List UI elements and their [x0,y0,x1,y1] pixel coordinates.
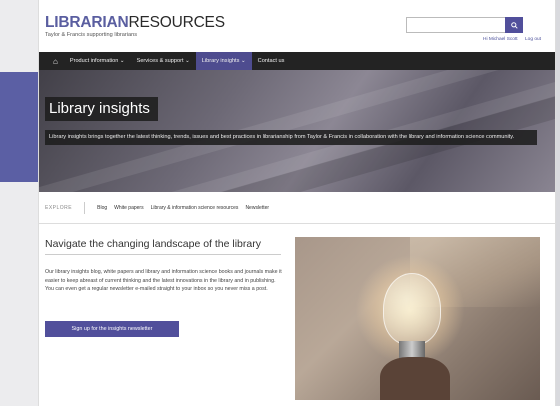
logout-link[interactable]: Log out [525,37,541,42]
nav-contact-us[interactable]: Contact us [252,52,291,70]
explore-link-lis-resources[interactable]: Library & information science resources [151,205,239,211]
section-heading: Navigate the changing landscape of the l… [45,238,261,250]
search-button[interactable] [505,17,523,33]
logo-secondary: RESOURCES [128,14,225,31]
site-logo[interactable]: LIBRARIANRESOURCES Taylor & Francis supp… [45,14,225,39]
hero-description: Library insights brings together the lat… [45,130,537,145]
nav-library-insights[interactable]: Library insights ⌄ [195,52,252,70]
main-content: Navigate the changing landscape of the l… [39,224,555,405]
logo-primary: LIBRARIAN [45,14,129,31]
explore-link-white-papers[interactable]: White papers [114,205,143,211]
hero-title: Library insights [45,97,158,121]
search-input[interactable] [406,17,506,33]
explore-link-blog[interactable]: Blog [97,205,107,211]
explore-link-newsletter[interactable]: Newsletter [245,205,269,211]
user-row: Hi Michael Scott Log out [477,37,541,42]
nav-services-support[interactable]: Services & support ⌄ [131,52,196,70]
greeting-link[interactable]: Hi Michael Scott [483,37,518,42]
page: LIBRARIANRESOURCES Taylor & Francis supp… [38,0,556,406]
section-body: Our library insights blog, white papers … [45,269,282,292]
explore-label: EXPLORE [45,201,86,214]
hero-banner: Library insights Library insights brings… [39,70,555,192]
lightbulb-glass [383,273,441,345]
explore-bar: EXPLORE Blog White papers Library & info… [39,192,555,224]
nav-home[interactable]: ⌂ [47,52,64,70]
newsletter-signup-button[interactable]: Sign up for the insights newsletter [45,321,179,337]
nav-product-information[interactable]: Product information ⌄ [64,52,131,70]
search-icon [510,21,518,29]
lightbulb-image [295,237,540,400]
main-nav: ⌂ Product information ⌄ Services & suppo… [39,52,555,70]
home-icon: ⌂ [53,56,58,66]
site-header: LIBRARIANRESOURCES Taylor & Francis supp… [39,0,555,52]
heading-divider [45,254,281,255]
hand [380,357,450,400]
logo-tagline: Taylor & Francis supporting librarians [45,32,138,38]
